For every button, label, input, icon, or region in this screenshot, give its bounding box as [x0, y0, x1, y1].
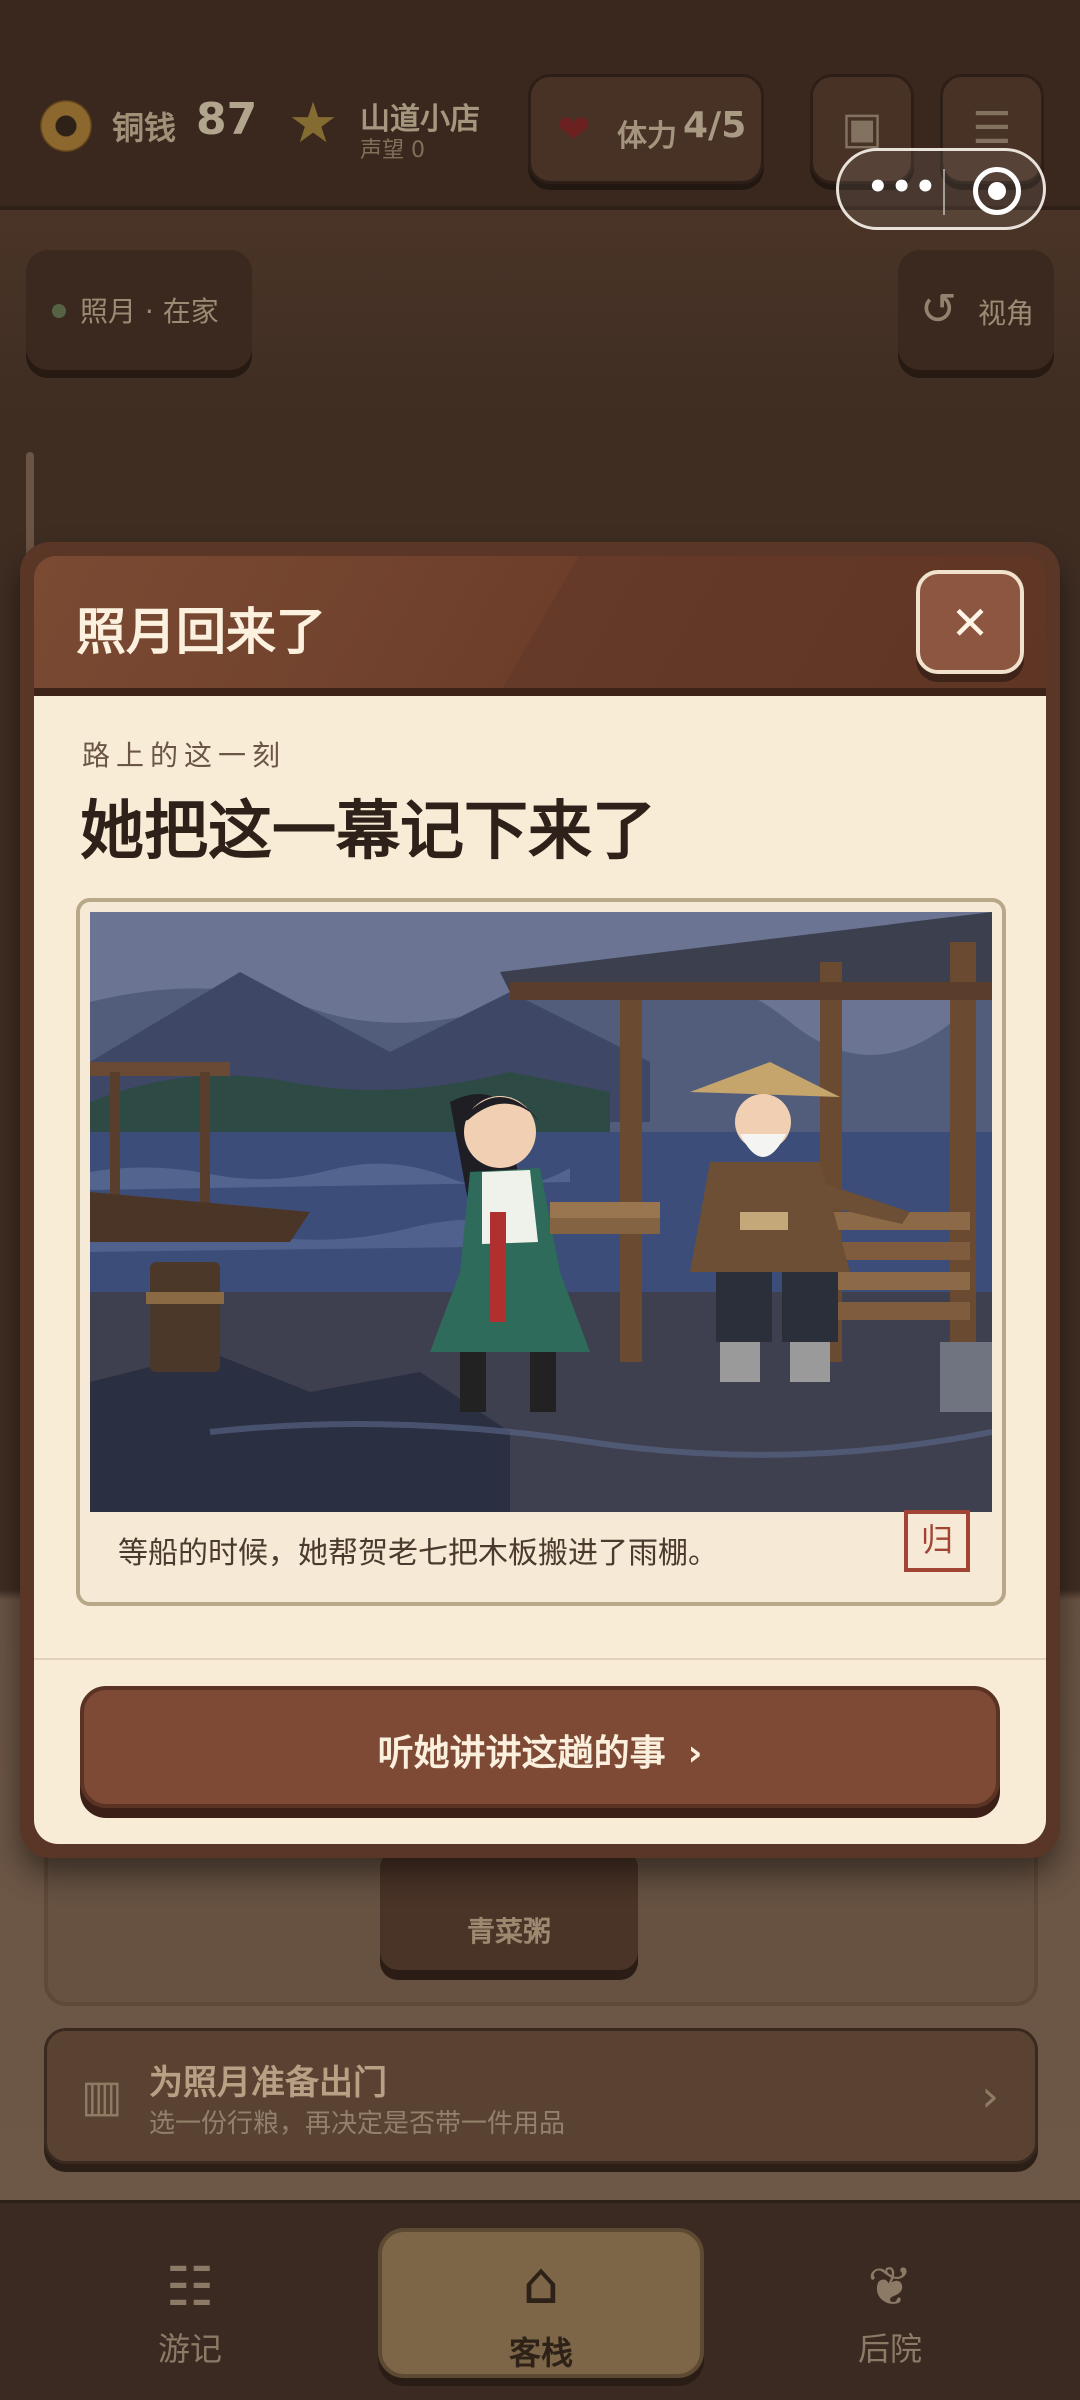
memory-illustration: [90, 912, 992, 1512]
memory-caption: 等船的时候，她帮贺老七把木板搬进了雨棚。: [118, 1536, 718, 1571]
coins-label: 铜钱: [112, 109, 177, 147]
save-icon: ▣: [841, 103, 883, 154]
target-icon[interactable]: [973, 167, 1021, 215]
journal-icon: ☷: [165, 2255, 215, 2318]
close-icon: ✕: [950, 596, 990, 650]
status-dot: [52, 304, 66, 318]
miniprogram-capsule: •••: [836, 148, 1046, 230]
stamina-value: 4/5: [683, 105, 747, 146]
listen-story-button[interactable]: 听她讲讲这趟的事 ›: [80, 1686, 1000, 1808]
stamina-label: 体力: [617, 119, 677, 154]
reputation: 声望 0: [360, 138, 425, 163]
stamina-panel[interactable]: ❤ 体力 4/5: [528, 74, 764, 184]
capsule-divider: [943, 169, 945, 215]
sliders-icon: ☰: [972, 103, 1012, 154]
nav-item-inn[interactable]: ⌂ 客栈: [378, 2228, 704, 2378]
seal-stamp: 归: [904, 1510, 970, 1572]
prepare-departure-card[interactable]: ▥ 为照月准备出门 选一份行粮，再决定是否带一件用品 ›: [44, 2028, 1038, 2164]
nav-item-backyard[interactable]: ❦ 后院: [790, 2260, 990, 2370]
more-icon[interactable]: •••: [867, 167, 938, 207]
modal-header-divider: [34, 688, 1046, 696]
prep-subtitle: 选一份行粮，再决定是否带一件用品: [149, 2109, 566, 2139]
close-button[interactable]: ✕: [916, 570, 1024, 674]
inn-icon: ⌂: [522, 2249, 560, 2317]
view-button[interactable]: ↺ 视角: [898, 250, 1054, 370]
coins-value: 87: [196, 94, 258, 145]
chevron-right-icon: ›: [981, 2071, 999, 2122]
star-icon: ★: [288, 91, 339, 156]
rotate-icon: ↺: [920, 284, 957, 335]
status-text: 照月 · 在家: [80, 295, 219, 328]
chevron-right-icon: ›: [687, 1733, 703, 1774]
dish-card[interactable]: 青菜粥: [380, 1850, 638, 1970]
dish-label: 青菜粥: [466, 1915, 551, 1948]
nav-item-journal[interactable]: ☷ 游记: [90, 2260, 290, 2370]
nav-label-journal: 游记: [157, 2330, 222, 2368]
modal-divider: [34, 1658, 1046, 1660]
heart-icon: ❤: [557, 107, 591, 153]
character-status-chip[interactable]: 照月 · 在家: [26, 250, 252, 370]
nav-label-backyard: 后院: [857, 2330, 922, 2368]
view-label: 视角: [978, 297, 1035, 330]
modal-title: 照月回来了: [76, 603, 326, 661]
nav-label-inn: 客栈: [508, 2334, 573, 2372]
sprout-icon: ❦: [867, 2255, 913, 2318]
prep-title: 为照月准备出门: [149, 2063, 387, 2103]
modal-subtitle: 路上的这一刻: [82, 739, 287, 772]
cta-label: 听她讲讲这趟的事: [377, 1733, 666, 1774]
cta-label-row: 听她讲讲这趟的事 ›: [84, 1724, 996, 1776]
map-icon: ▥: [81, 2071, 123, 2122]
coin-icon: [40, 100, 92, 152]
modal-headline: 她把这一幕记下来了: [80, 795, 656, 869]
